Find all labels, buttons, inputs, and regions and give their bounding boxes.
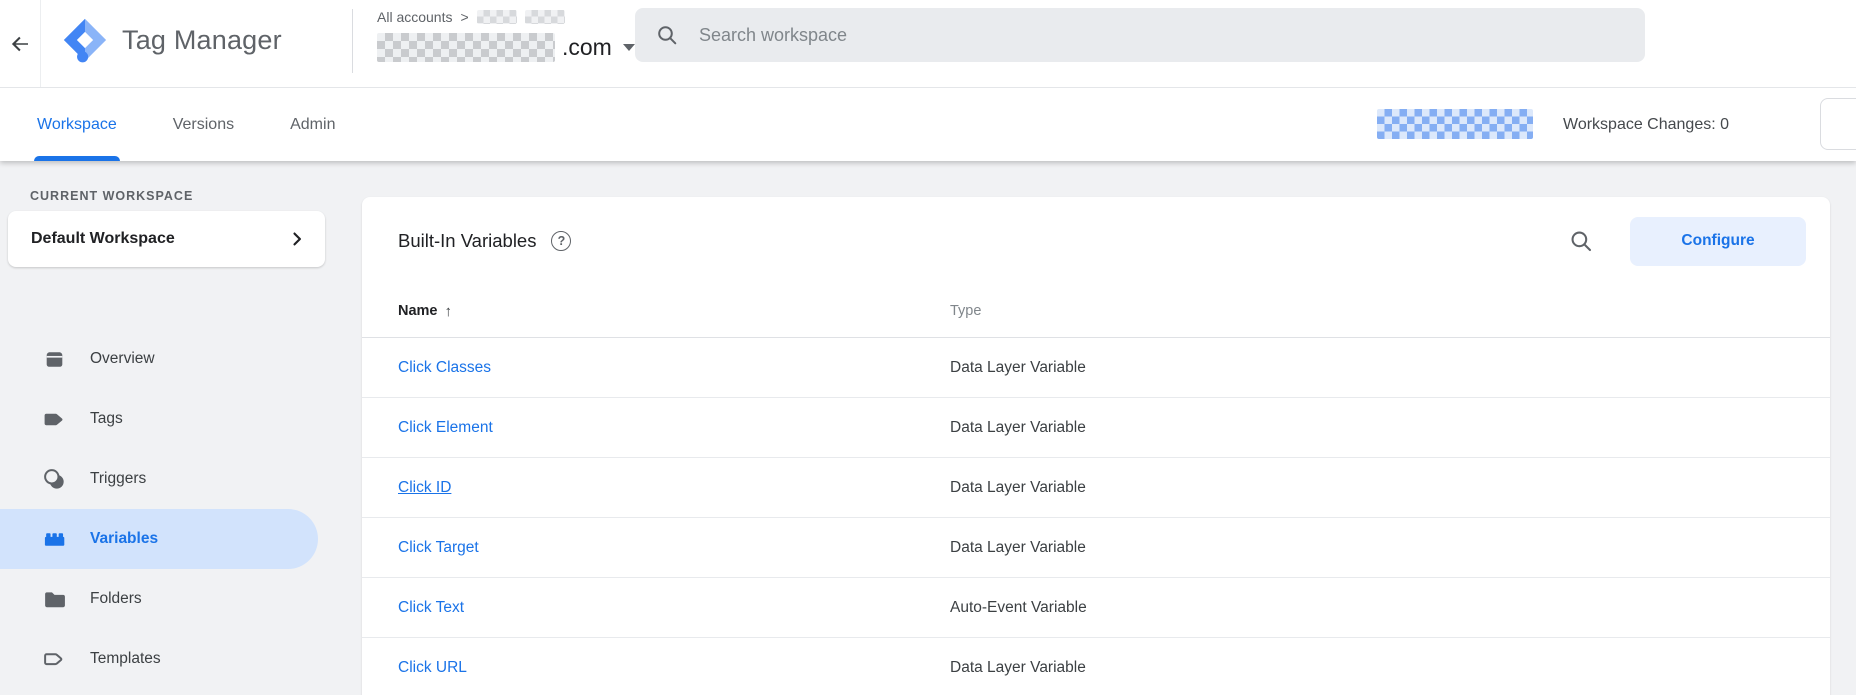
table-row: Click Element Data Layer Variable — [362, 398, 1830, 458]
nav-tabs: Workspace Versions Admin — [34, 88, 335, 161]
workspace-changes-count: Workspace Changes: 0 — [1563, 115, 1730, 133]
tab-versions[interactable]: Versions — [173, 88, 234, 161]
sidebar-item-tags[interactable]: Tags — [0, 389, 318, 449]
sidebar-item-folders[interactable]: Folders — [0, 569, 318, 629]
sidebar-item-triggers[interactable]: Triggers — [0, 449, 318, 509]
sidebar-item-label: Folders — [90, 590, 142, 607]
overview-icon — [42, 347, 67, 372]
card-header: Built-In Variables ? Configure — [362, 197, 1830, 285]
template-icon — [42, 647, 67, 672]
nav-tab-label: Admin — [290, 115, 336, 133]
table-row: Click ID Data Layer Variable — [362, 458, 1830, 518]
workspace-name: Default Workspace — [31, 230, 175, 247]
page-title: Built-In Variables — [398, 230, 537, 251]
topbar-divider — [352, 9, 353, 73]
tag-icon — [42, 407, 67, 432]
container-domain-suffix: .com — [562, 33, 612, 60]
variable-type-cell: Data Layer Variable — [950, 478, 1086, 496]
sidebar-item-templates[interactable]: Templates — [0, 629, 318, 689]
sidebar-item-overview[interactable]: Overview — [0, 329, 318, 389]
variable-type-cell: Data Layer Variable — [950, 538, 1086, 556]
search-icon — [658, 26, 677, 45]
content-area: CURRENT WORKSPACE Default Workspace Over… — [0, 161, 1856, 695]
variables-icon — [42, 527, 67, 552]
workspace-search-bar[interactable] — [635, 8, 1645, 62]
column-header-name[interactable]: Name ↑ — [398, 303, 950, 320]
sidebar-nav-list: Overview Tags Triggers Variables Folders… — [0, 329, 340, 689]
sidebar-item-label: Triggers — [90, 470, 147, 487]
variable-type-cell: Data Layer Variable — [950, 658, 1086, 676]
help-icon[interactable]: ? — [551, 231, 572, 251]
gtm-app: Tag Manager All accounts > .com Search w… — [0, 0, 1856, 695]
variable-name-link[interactable]: Click Target — [398, 539, 479, 557]
configure-button[interactable]: Configure — [1630, 216, 1806, 266]
table-row: Click Classes Data Layer Variable — [362, 338, 1830, 398]
breadcrumb-all-accounts[interactable]: All accounts — [377, 9, 452, 25]
chevron-right-icon — [293, 232, 301, 246]
table-body: Click Classes Data Layer Variable Click … — [362, 338, 1830, 695]
trigger-icon — [42, 467, 67, 492]
tab-workspace[interactable]: Workspace — [34, 88, 120, 161]
sidebar-item-variables[interactable]: Variables — [0, 509, 318, 569]
folder-icon — [42, 587, 67, 612]
table-row: Click Text Auto-Event Variable — [362, 578, 1830, 638]
column-header-type: Type — [950, 303, 982, 319]
built-in-variables-card: Built-In Variables ? Configure Name ↑ Ty… — [362, 197, 1830, 695]
top-bar: Tag Manager All accounts > .com — [0, 0, 1856, 88]
search-input[interactable] — [699, 24, 1625, 46]
preview-button-partial[interactable] — [1820, 98, 1856, 150]
breadcrumb-row: All accounts > — [377, 8, 635, 26]
redacted-account-name-1 — [476, 10, 517, 24]
variable-type-cell: Data Layer Variable — [950, 358, 1086, 376]
variable-type-cell: Auto-Event Variable — [950, 598, 1087, 616]
account-breadcrumb: All accounts > .com — [377, 8, 635, 64]
sidebar-item-label: Variables — [90, 530, 159, 547]
variable-name-link[interactable]: Click URL — [398, 659, 467, 677]
nav-tab-label: Versions — [172, 115, 235, 133]
variable-name-link[interactable]: Click Classes — [398, 359, 491, 377]
redacted-container-id — [1377, 109, 1533, 139]
table-header-row: Name ↑ Type — [362, 285, 1830, 338]
redacted-container-name — [377, 32, 555, 62]
table-row: Click URL Data Layer Variable — [362, 638, 1830, 695]
sidebar-item-label: Overview — [90, 350, 155, 367]
container-nav-row: Workspace Versions Admin Workspace Chang… — [0, 88, 1856, 161]
table-search-icon[interactable] — [1568, 228, 1594, 254]
tab-admin[interactable]: Admin — [290, 88, 335, 161]
app-logo-home-link[interactable]: Tag Manager — [62, 17, 282, 63]
back-arrow-icon — [11, 36, 28, 51]
app-name: Tag Manager — [122, 24, 282, 55]
nav-tab-label: Workspace — [37, 115, 117, 133]
sort-ascending-icon: ↑ — [444, 302, 453, 320]
redacted-account-name-2 — [524, 10, 565, 24]
chevron-down-icon — [622, 43, 635, 51]
variable-type-cell: Data Layer Variable — [950, 418, 1086, 436]
variable-name-link[interactable]: Click Text — [398, 599, 464, 617]
variable-name-link[interactable]: Click Element — [398, 419, 493, 437]
default-workspace-card[interactable]: Default Workspace — [8, 211, 325, 267]
sidebar-item-label: Templates — [90, 650, 161, 667]
breadcrumb-separator: > — [460, 9, 469, 25]
variable-name-link[interactable]: Click ID — [398, 479, 451, 497]
back-button[interactable] — [0, 0, 41, 87]
sidebar-item-label: Tags — [90, 410, 123, 427]
table-row: Click Target Data Layer Variable — [362, 518, 1830, 578]
container-switcher[interactable]: .com — [377, 30, 635, 64]
current-workspace-label: CURRENT WORKSPACE — [30, 189, 194, 203]
tag-manager-logo-icon — [63, 18, 107, 63]
